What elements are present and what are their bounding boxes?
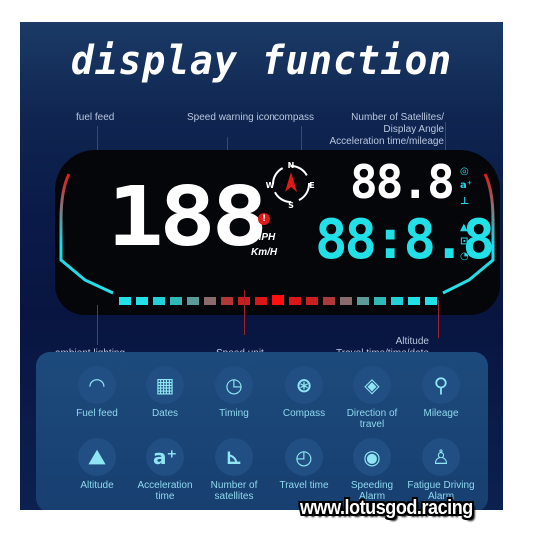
- ambient-light-segment: [340, 297, 352, 305]
- ambient-light-segment: [204, 297, 216, 305]
- feature-card: ◠ Fuel feed ▦ Dates ◷ Timing ⊛ Compass ◈ Directio…: [36, 352, 488, 510]
- calendar-icon: ▦: [146, 366, 184, 404]
- ambient-light-segment: [289, 297, 301, 305]
- ambient-light-segment: [170, 297, 182, 305]
- feature-item: ◴ Travel time: [269, 438, 339, 491]
- feature-label: Direction of travel: [346, 408, 398, 430]
- page-title: display function: [70, 38, 453, 84]
- ambient-light-segment: [187, 297, 199, 305]
- svg-text:W: W: [266, 181, 275, 190]
- altitude-indicator-icon: ▲: [460, 222, 468, 233]
- ambient-light-segment: [323, 297, 335, 305]
- travel-time-icon: ◴: [285, 438, 323, 476]
- display-function-panel: display function fuel feed Speed warning…: [20, 22, 503, 510]
- feature-label: Fuel feed: [76, 408, 118, 419]
- svg-text:S: S: [288, 201, 294, 210]
- fuel-gauge-icon: ◠: [78, 366, 116, 404]
- ambient-light-segment: [221, 297, 233, 305]
- feature-item: a⁺ Acceleration time: [130, 438, 200, 502]
- feature-item: ◷ Timing: [199, 366, 269, 419]
- feature-item: ♙ Fatigue Driving Alarm: [406, 438, 476, 502]
- feature-label: Acceleration time: [137, 480, 193, 502]
- feature-label: Altitude: [80, 480, 114, 491]
- satellite-indicator-icon: ◎: [460, 166, 469, 177]
- map-pin-icon: ⚲: [422, 366, 460, 404]
- ambient-light-segment: [255, 297, 267, 305]
- acceleration-indicator-icon: a⁺: [460, 180, 473, 191]
- ambient-light-segment: [153, 297, 165, 305]
- ambient-light-segment: [357, 297, 369, 305]
- feature-item: ⊛ Compass: [269, 366, 339, 419]
- callout-line: [438, 300, 439, 338]
- ambient-light-segment: [408, 297, 420, 305]
- clock-icon: ◷: [215, 366, 253, 404]
- fatigue-icon: ♙: [422, 438, 460, 476]
- svg-text:N: N: [288, 161, 295, 170]
- acceleration-icon: a⁺: [146, 438, 184, 476]
- feature-label: Travel time: [279, 480, 329, 491]
- speed-warning-icon: !: [258, 213, 270, 225]
- feature-label: Compass: [282, 408, 326, 419]
- feature-item: ◈ Direction of travel: [337, 366, 407, 430]
- feature-label: Number of satellites: [210, 480, 258, 502]
- ambient-light-segment: [306, 297, 318, 305]
- ambient-light-segment: [391, 297, 403, 305]
- speeding-alarm-icon: ◉: [353, 438, 391, 476]
- ambient-light-segment: [136, 297, 148, 305]
- speed-readout: 188: [107, 170, 268, 265]
- feature-item: ◉ Speeding Alarm: [337, 438, 407, 502]
- hud-display: 188 N S E W ! MPH Km/H 88.8 88:8.8 ◎ a⁺ …: [55, 150, 500, 315]
- satellite-icon: ⊾: [215, 438, 253, 476]
- ambient-light-segment: [272, 295, 284, 305]
- callout-line: [244, 290, 245, 335]
- feature-label: Dates: [151, 408, 179, 419]
- direction-icon: ◈: [353, 366, 391, 404]
- compass-icon: N S E W: [266, 161, 315, 210]
- watermark: www.lotusgod.racing: [300, 497, 473, 519]
- feature-label: Timing: [219, 408, 249, 419]
- mountain-icon: ⛰: [78, 438, 116, 476]
- callout-speed-warning: Speed warning icon: [187, 112, 275, 123]
- time-indicator-icon: ◔: [460, 251, 469, 262]
- feature-label: Mileage: [423, 408, 459, 419]
- unit-kmh: Km/H: [251, 247, 278, 258]
- ambient-light-segment: [425, 297, 437, 305]
- mileage-indicator-icon: ⊡: [460, 236, 469, 247]
- callout-fuel-feed: fuel feed: [76, 112, 115, 123]
- ambient-light-segment: [374, 297, 386, 305]
- left-ambient-strip: [59, 173, 114, 295]
- svg-text:E: E: [309, 181, 314, 190]
- unit-mph: MPH: [253, 232, 276, 243]
- callout-satellites: Number of Satellites/ Display Angle Acce…: [329, 112, 445, 147]
- top-readout: 88.8: [350, 155, 455, 209]
- callout-compass: compass: [274, 112, 315, 123]
- feature-item: ◠ Fuel feed: [62, 366, 132, 419]
- compass-icon: ⊛: [285, 366, 323, 404]
- angle-indicator-icon: ⊥: [460, 196, 470, 207]
- callout-line: [97, 305, 98, 345]
- feature-item: ⛰ Altitude: [62, 438, 132, 491]
- feature-item: ⊾ Number of satellites: [199, 438, 269, 502]
- feature-item: ⚲ Mileage: [406, 366, 476, 419]
- feature-item: ▦ Dates: [130, 366, 200, 419]
- ambient-light-segment: [119, 297, 131, 305]
